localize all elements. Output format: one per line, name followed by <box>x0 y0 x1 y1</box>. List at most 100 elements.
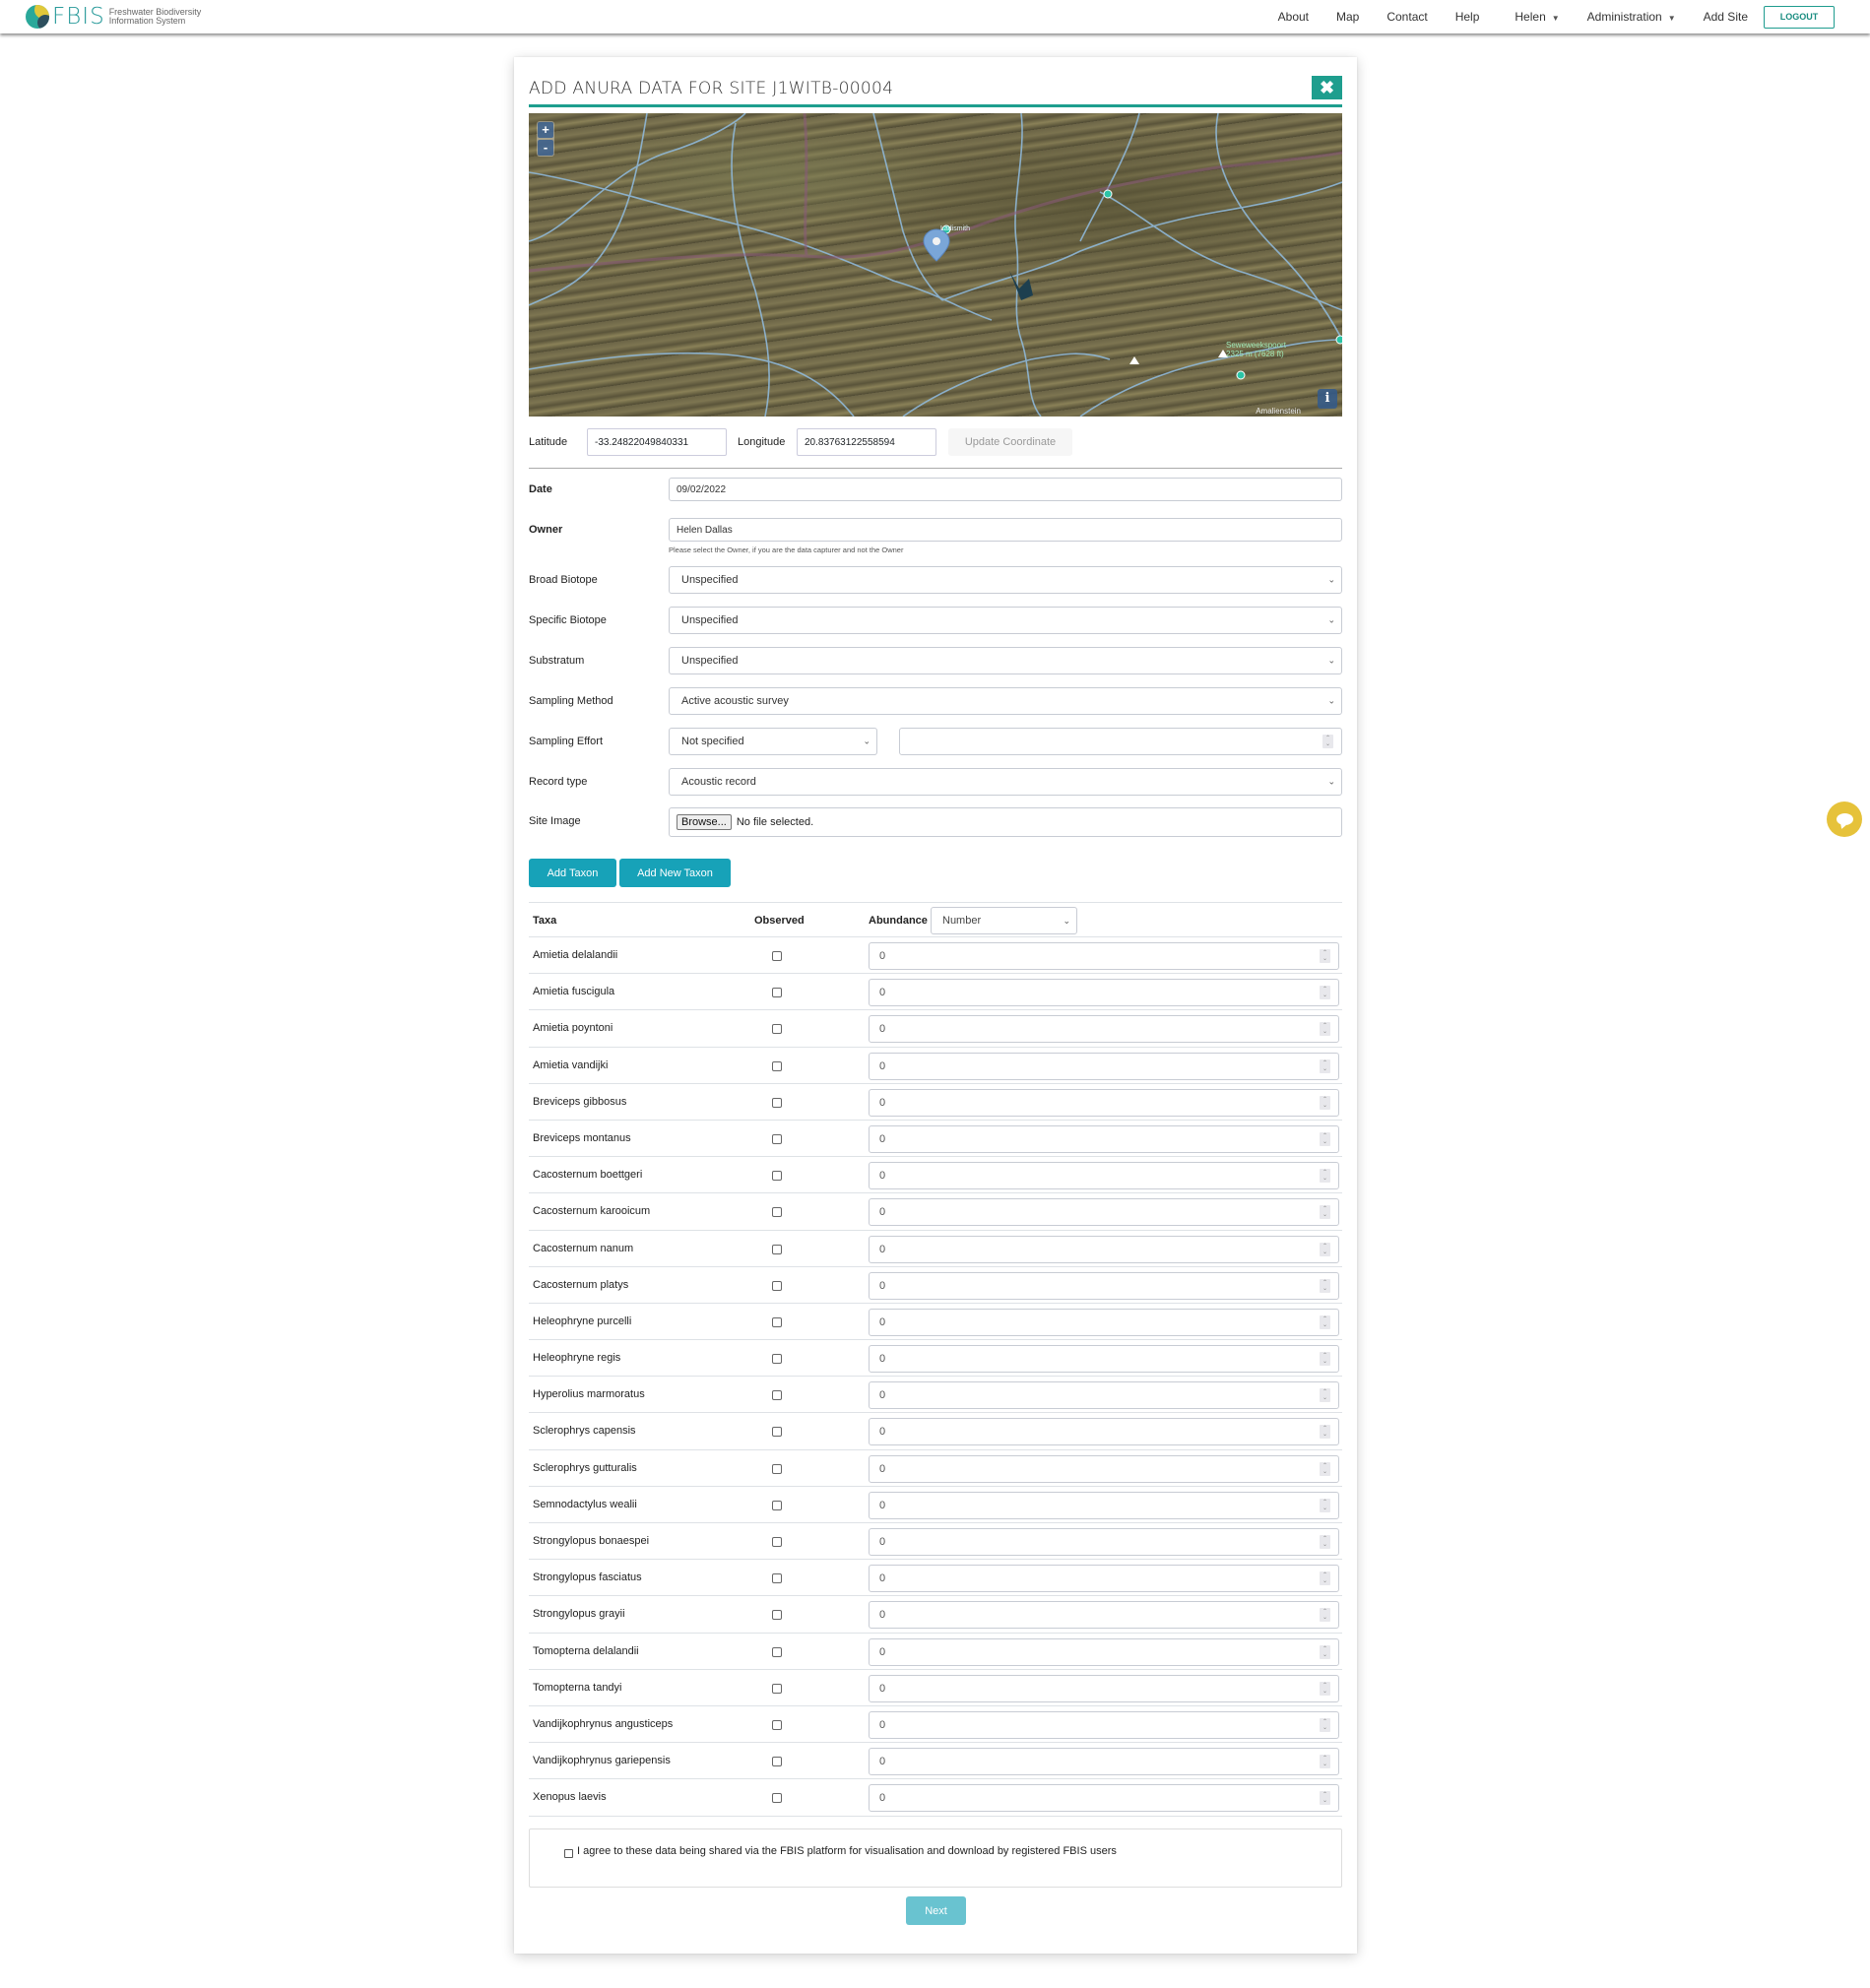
abundance-input[interactable]: 0 ⌃ ⌄ <box>869 1271 1339 1300</box>
observed-checkbox[interactable] <box>772 1610 782 1621</box>
map-info-button[interactable]: i <box>1318 389 1337 409</box>
spinner-icon[interactable]: ⌃ ⌄ <box>1320 1535 1330 1549</box>
site-image-file-input[interactable]: Browse... No file selected. <box>669 807 1342 837</box>
observed-checkbox[interactable] <box>772 1244 782 1254</box>
browse-button[interactable]: Browse... <box>677 814 732 830</box>
spinner-icon[interactable]: ⌃ ⌄ <box>1320 1571 1330 1586</box>
observed-checkbox[interactable] <box>772 1427 782 1438</box>
longitude-input[interactable]: 20.83763122558594 <box>797 428 936 456</box>
spinner-icon[interactable]: ⌃ ⌄ <box>1320 1644 1330 1659</box>
update-coordinate-button[interactable]: Update Coordinate <box>948 428 1072 456</box>
spinner-icon[interactable]: ⌃ ⌄ <box>1320 949 1330 963</box>
zoom-in-button[interactable]: + <box>538 122 553 138</box>
observed-checkbox[interactable] <box>772 988 782 998</box>
brand[interactable]: FBIS Freshwater Biodiversity Information… <box>26 4 208 30</box>
next-button[interactable]: Next <box>906 1896 966 1925</box>
spinner-icon[interactable]: ⌃ ⌄ <box>1320 1755 1330 1769</box>
abundance-input[interactable]: 0 ⌃ ⌄ <box>869 942 1339 970</box>
owner-input[interactable]: Helen Dallas <box>669 518 1342 542</box>
abundance-input[interactable]: 0 ⌃ ⌄ <box>869 1308 1339 1336</box>
abundance-input[interactable]: 0 ⌃ ⌄ <box>869 1748 1339 1776</box>
abundance-input[interactable]: 0 ⌃ ⌄ <box>869 1637 1339 1666</box>
spinner-icon[interactable]: ⌃ ⌄ <box>1322 735 1333 748</box>
spinner-icon[interactable]: ⌃ ⌄ <box>1320 1022 1330 1037</box>
abundance-input[interactable]: 0 ⌃ ⌄ <box>869 1491 1339 1519</box>
sampling-effort-select[interactable]: Not specified ⌄ <box>669 728 877 755</box>
spinner-icon[interactable]: ⌃ ⌄ <box>1320 1791 1330 1806</box>
abundance-input[interactable]: 0 ⌃ ⌄ <box>869 1124 1339 1153</box>
observed-checkbox[interactable] <box>772 1171 782 1182</box>
abundance-input[interactable]: 0 ⌃ ⌄ <box>869 1162 1339 1190</box>
spinner-icon[interactable]: ⌃ ⌄ <box>1320 1058 1330 1073</box>
abundance-input[interactable]: 0 ⌃ ⌄ <box>869 1015 1339 1044</box>
abundance-input[interactable]: 0 ⌃ ⌄ <box>869 1088 1339 1117</box>
nav-about[interactable]: About <box>1278 10 1309 24</box>
agreement-checkbox[interactable] <box>564 1849 573 1858</box>
spinner-icon[interactable]: ⌃ ⌄ <box>1320 986 1330 1000</box>
spinner-icon[interactable]: ⌃ ⌄ <box>1320 1681 1330 1696</box>
date-input[interactable]: 09/02/2022 <box>669 478 1342 501</box>
record-type-select[interactable]: Acoustic record ⌄ <box>669 768 1342 796</box>
observed-checkbox[interactable] <box>772 1463 782 1474</box>
spinner-icon[interactable]: ⌃ ⌄ <box>1320 1242 1330 1256</box>
observed-checkbox[interactable] <box>772 1390 782 1401</box>
nav-map[interactable]: Map <box>1336 10 1359 24</box>
observed-checkbox[interactable] <box>772 1207 782 1218</box>
spinner-icon[interactable]: ⌃ ⌄ <box>1320 1131 1330 1146</box>
spinner-icon[interactable]: ⌃ ⌄ <box>1320 1205 1330 1220</box>
observed-checkbox[interactable] <box>772 1280 782 1291</box>
observed-checkbox[interactable] <box>772 1537 782 1547</box>
abundance-input[interactable]: 0 ⌃ ⌄ <box>869 1418 1339 1446</box>
observed-checkbox[interactable] <box>772 1573 782 1584</box>
spinner-icon[interactable]: ⌃ ⌄ <box>1320 1352 1330 1367</box>
spinner-icon[interactable]: ⌃ ⌄ <box>1320 1315 1330 1329</box>
abundance-input[interactable]: 0 ⌃ ⌄ <box>869 1381 1339 1410</box>
abundance-input[interactable]: 0 ⌃ ⌄ <box>869 1710 1339 1739</box>
nav-add-site[interactable]: Add Site <box>1704 10 1748 24</box>
logout-button[interactable]: LOGOUT <box>1764 5 1835 29</box>
abundance-input[interactable]: 0 ⌃ ⌄ <box>869 1235 1339 1263</box>
observed-checkbox[interactable] <box>772 1757 782 1767</box>
abundance-type-select[interactable]: Number ⌄ <box>931 907 1077 934</box>
latitude-input[interactable]: -33.24822049840331 <box>587 428 727 456</box>
add-taxon-button[interactable]: Add Taxon <box>529 859 616 887</box>
abundance-input[interactable]: 0 ⌃ ⌄ <box>869 979 1339 1007</box>
broad-biotope-select[interactable]: Unspecified ⌄ <box>669 566 1342 594</box>
user-menu[interactable]: Helen ▼ <box>1515 10 1559 24</box>
substratum-select[interactable]: Unspecified ⌄ <box>669 647 1342 674</box>
spinner-icon[interactable]: ⌃ ⌄ <box>1320 1608 1330 1623</box>
spinner-icon[interactable]: ⌃ ⌄ <box>1320 1717 1330 1732</box>
zoom-out-button[interactable]: - <box>538 140 553 156</box>
spinner-icon[interactable]: ⌃ ⌄ <box>1320 1169 1330 1184</box>
abundance-input[interactable]: 0 ⌃ ⌄ <box>869 1345 1339 1374</box>
observed-checkbox[interactable] <box>772 1719 782 1730</box>
spinner-icon[interactable]: ⌃ ⌄ <box>1320 1388 1330 1403</box>
nav-contact[interactable]: Contact <box>1386 10 1427 24</box>
abundance-input[interactable]: 0 ⌃ ⌄ <box>869 1601 1339 1630</box>
add-new-taxon-button[interactable]: Add New Taxon <box>619 859 731 887</box>
abundance-input[interactable]: 0 ⌃ ⌄ <box>869 1528 1339 1556</box>
site-map[interactable]: Ladismith Seweweekspoort 2325 m (7628 ft)… <box>529 113 1342 417</box>
abundance-input[interactable]: 0 ⌃ ⌄ <box>869 1784 1339 1813</box>
abundance-input[interactable]: 0 ⌃ ⌄ <box>869 1565 1339 1593</box>
specific-biotope-select[interactable]: Unspecified ⌄ <box>669 607 1342 634</box>
observed-checkbox[interactable] <box>772 1683 782 1694</box>
observed-checkbox[interactable] <box>772 1024 782 1035</box>
close-button[interactable]: ✖ <box>1312 76 1342 99</box>
observed-checkbox[interactable] <box>772 1793 782 1804</box>
administration-menu[interactable]: Administration ▼ <box>1587 10 1676 24</box>
spinner-icon[interactable]: ⌃ ⌄ <box>1320 1498 1330 1512</box>
abundance-input[interactable]: 0 ⌃ ⌄ <box>869 1454 1339 1483</box>
abundance-input[interactable]: 0 ⌃ ⌄ <box>869 1674 1339 1702</box>
observed-checkbox[interactable] <box>772 1646 782 1657</box>
observed-checkbox[interactable] <box>772 1316 782 1327</box>
spinner-icon[interactable]: ⌃ ⌄ <box>1320 1095 1330 1110</box>
observed-checkbox[interactable] <box>772 1060 782 1071</box>
observed-checkbox[interactable] <box>772 1500 782 1510</box>
abundance-input[interactable]: 0 ⌃ ⌄ <box>869 1052 1339 1080</box>
observed-checkbox[interactable] <box>772 1133 782 1144</box>
spinner-icon[interactable]: ⌃ ⌄ <box>1320 1461 1330 1476</box>
sampling-effort-amount-input[interactable]: ⌃ ⌄ <box>899 728 1342 755</box>
spinner-icon[interactable]: ⌃ ⌄ <box>1320 1425 1330 1440</box>
abundance-input[interactable]: 0 ⌃ ⌄ <box>869 1198 1339 1227</box>
